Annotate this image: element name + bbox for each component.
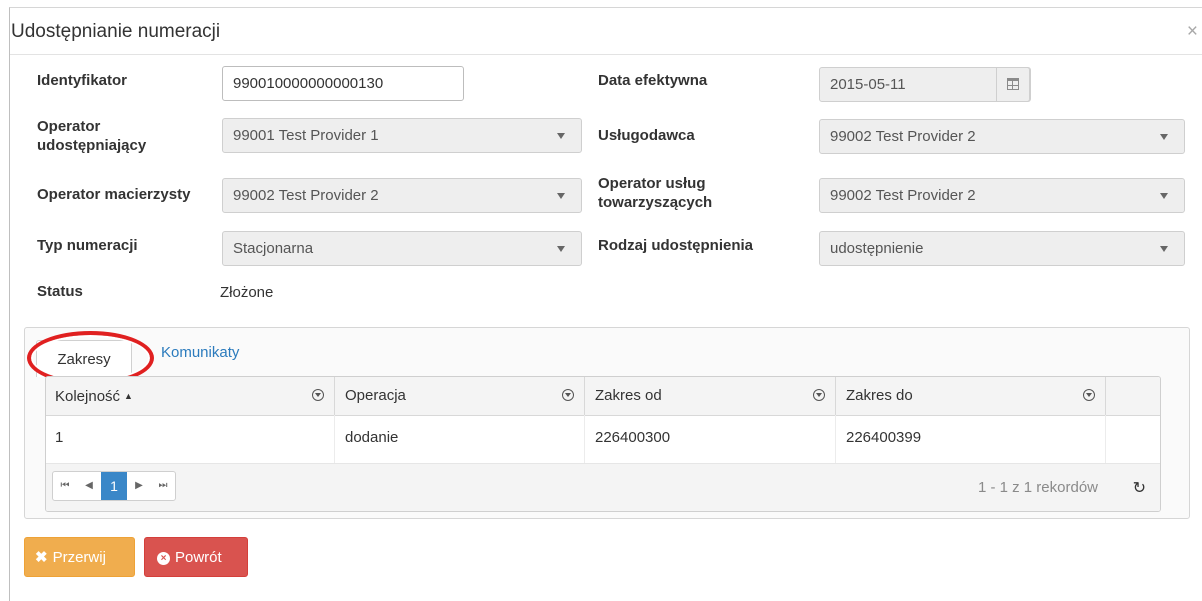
column-header-label: Zakres od [595, 387, 662, 404]
column-header-zakres-od[interactable]: Zakres od [584, 377, 835, 415]
rodzaj-udostepnienia-select[interactable]: udostępnienie [819, 231, 1185, 266]
operator-udostepniajacy-label-line2: udostępniający [37, 137, 147, 154]
dialog-title: Udostępnianie numeracji [11, 21, 221, 42]
przerwij-label: Przerwij [52, 549, 106, 566]
operator-macierzysty-label: Operator macierzysty [37, 186, 191, 203]
status-value: Złożone [220, 284, 274, 301]
pager-buttons: ⏮ ◀ 1 ▶ ⏭ [52, 471, 176, 501]
table-row[interactable]: 1 dodanie 226400300 226400399 [46, 415, 1160, 464]
refresh-icon[interactable]: ↻ [1133, 478, 1146, 498]
cell-operacja: dodanie [334, 415, 584, 463]
data-efektywna-label: Data efektywna [598, 72, 708, 89]
calendar-icon [1007, 78, 1019, 90]
operator-uslug-label-line2: towarzyszących [598, 194, 713, 211]
cell-zakres-do: 226400399 [835, 415, 1105, 463]
title-divider [10, 54, 1202, 55]
pager: ⏮ ◀ 1 ▶ ⏭ 1 - 1 z 1 rekordów ↻ [46, 464, 1160, 511]
cell-zakres-od: 226400300 [584, 415, 835, 463]
calendar-button[interactable] [996, 67, 1030, 102]
last-page-icon[interactable]: ⏭ [151, 472, 175, 500]
operator-uslug-label: Operator usług towarzyszących [598, 174, 712, 212]
close-x-icon: ✖ [35, 549, 48, 566]
next-page-icon[interactable]: ▶ [127, 472, 151, 500]
operator-macierzysty-value: 99002 Test Provider 2 [233, 187, 379, 204]
current-page-button[interactable]: 1 [101, 472, 127, 500]
operator-uslug-select[interactable]: 99002 Test Provider 2 [819, 178, 1185, 213]
close-icon[interactable]: × [1187, 22, 1198, 41]
operator-macierzysty-select[interactable]: 99002 Test Provider 2 [222, 178, 582, 213]
column-header-operacja[interactable]: Operacja [334, 377, 584, 415]
data-efektywna-input[interactable]: 2015-05-11 [819, 67, 1031, 102]
typ-numeracji-value: Stacjonarna [233, 240, 314, 257]
identyfikator-label: Identyfikator [37, 72, 128, 89]
typ-numeracji-label: Typ numeracji [37, 237, 138, 254]
operator-udostepniajacy-label: Operator udostępniający [37, 117, 146, 155]
status-label: Status [37, 283, 83, 300]
tab-zakresy[interactable]: Zakresy [36, 340, 132, 377]
circle-x-icon: × [157, 552, 170, 565]
data-efektywna-value: 2015-05-11 [830, 76, 906, 93]
prev-page-icon[interactable]: ◀ [77, 472, 101, 500]
rodzaj-udostepnienia-label: Rodzaj udostępnienia [598, 237, 754, 254]
column-header-spacer [1105, 377, 1160, 415]
powrot-button[interactable]: × Powrót [144, 537, 248, 577]
operator-udostepniajacy-select[interactable]: 99001 Test Provider 1 [222, 118, 582, 153]
column-header-zakres-do[interactable]: Zakres do [835, 377, 1105, 415]
powrot-label: Powrót [175, 549, 222, 566]
typ-numeracji-select[interactable]: Stacjonarna [222, 231, 582, 266]
tab-komunikaty[interactable]: Komunikaty [161, 344, 239, 361]
first-page-icon[interactable]: ⏮ [53, 472, 77, 500]
filter-icon[interactable] [1083, 389, 1095, 401]
ranges-grid: Kolejność ▲ Operacja Zakres od Zakres do … [45, 376, 1161, 512]
column-header-label: Zakres do [846, 387, 913, 404]
identyfikator-input[interactable]: 990010000000000130 [222, 66, 464, 101]
cell-spacer [1105, 415, 1160, 463]
grid-header: Kolejność ▲ Operacja Zakres od Zakres do [46, 377, 1160, 416]
operator-udostepniajacy-label-line1: Operator [37, 118, 101, 135]
rodzaj-udostepnienia-value: udostępnienie [830, 240, 924, 257]
chevron-down-icon [557, 246, 565, 252]
chevron-down-icon [1160, 193, 1168, 199]
operator-udostepniajacy-value: 99001 Test Provider 1 [233, 127, 379, 144]
pager-info: 1 - 1 z 1 rekordów [977, 479, 1098, 496]
cell-kolejnosc: 1 [55, 429, 64, 446]
filter-icon[interactable] [562, 389, 574, 401]
column-header-label: Operacja [345, 387, 406, 404]
chevron-down-icon [557, 193, 565, 199]
uslugodawca-value: 99002 Test Provider 2 [830, 128, 976, 145]
filter-icon[interactable] [813, 389, 825, 401]
column-header-label: Kolejność [55, 388, 121, 405]
chevron-down-icon [1160, 134, 1168, 140]
operator-uslug-label-line1: Operator usług [598, 175, 706, 192]
filter-icon[interactable] [312, 389, 324, 401]
sort-asc-icon: ▲ [124, 391, 133, 401]
przerwij-button[interactable]: ✖ Przerwij [24, 537, 135, 577]
uslugodawca-select[interactable]: 99002 Test Provider 2 [819, 119, 1185, 154]
column-header-kolejnosc[interactable]: Kolejność ▲ [46, 377, 334, 415]
uslugodawca-label: Usługodawca [598, 127, 695, 144]
chevron-down-icon [1160, 246, 1168, 252]
tab-panel: Zakresy Komunikaty Kolejność ▲ Operacja Z… [24, 327, 1190, 519]
chevron-down-icon [557, 133, 565, 139]
operator-uslug-value: 99002 Test Provider 2 [830, 187, 976, 204]
